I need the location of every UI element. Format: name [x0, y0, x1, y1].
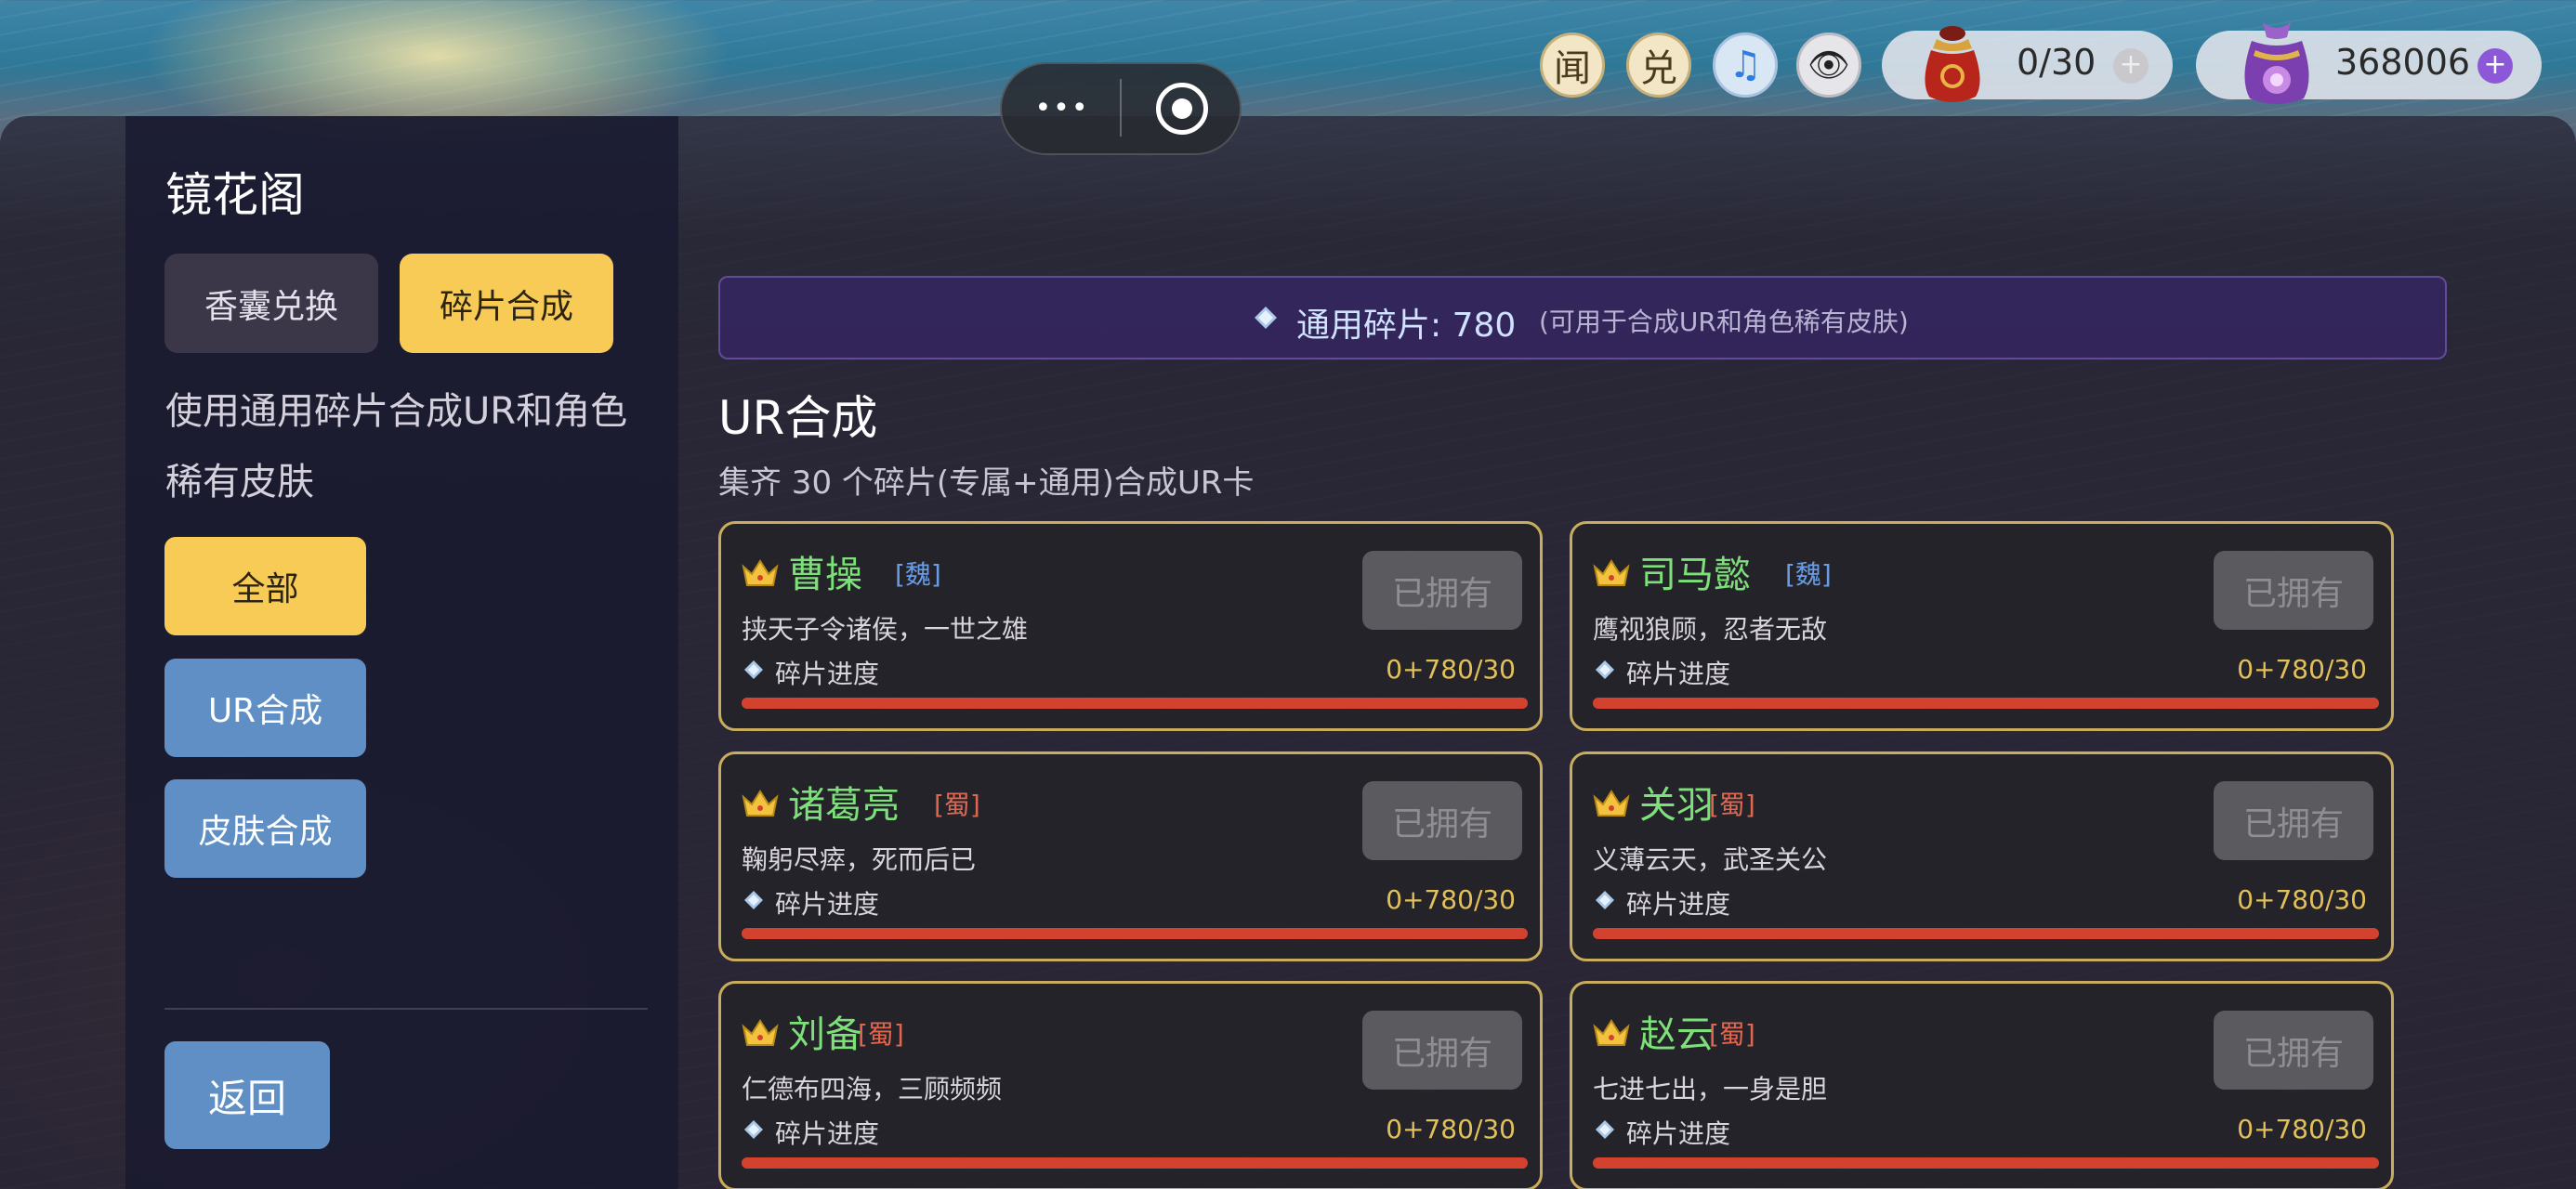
fragment-gem-icon	[1255, 307, 1277, 329]
sachet-bag-icon	[1925, 26, 1980, 102]
card-progress-label: 碎片进度	[1626, 889, 1731, 920]
back-button[interactable]: 返回	[164, 1041, 330, 1149]
owned-button[interactable]: 已拥有	[1362, 781, 1522, 860]
wen-button[interactable]: 闻	[1540, 33, 1605, 98]
ur-card: 刘备 [蜀] 仁德布四海，三顾频频碎片进度 0+780/30 已拥有	[718, 981, 1543, 1189]
card-faction: [蜀]	[1709, 790, 1755, 820]
card-name: 诸葛亮	[788, 784, 900, 827]
card-faction: [魏]	[1785, 559, 1832, 590]
filter-all-button[interactable]: 全部	[164, 537, 366, 635]
capsule-separator	[1120, 79, 1122, 137]
fragment-gem-icon	[744, 660, 763, 679]
sidebar-divider	[164, 1008, 648, 1010]
card-progress-bar	[742, 928, 1528, 939]
common-fragment-note: (可用于合成UR和角色稀有皮肤)	[1539, 307, 1909, 337]
card-progress-bar	[1593, 698, 2379, 709]
card-progress-value: 0+780/30	[2237, 654, 2367, 685]
ur-card: 关羽 [蜀] 义薄云天，武圣关公碎片进度 0+780/30 已拥有	[1570, 751, 2394, 961]
card-name: 司马懿	[1639, 554, 1751, 596]
card-progress-fill	[742, 698, 1528, 709]
card-progress-value: 0+780/30	[2237, 884, 2367, 915]
owned-button[interactable]: 已拥有	[1362, 551, 1522, 630]
card-progress-bar	[1593, 1157, 2379, 1169]
card-faction: [蜀]	[934, 790, 980, 820]
card-progress-bar	[742, 698, 1528, 709]
card-progress-value: 0+780/30	[1386, 654, 1516, 685]
section-title: UR合成	[718, 391, 878, 445]
fragment-gem-icon	[1596, 1120, 1614, 1139]
card-progress-fill	[742, 928, 1528, 939]
filter-skin-button[interactable]: 皮肤合成	[164, 779, 366, 878]
card-progress-bar	[742, 1157, 1528, 1169]
eye-icon[interactable]: 👁	[1796, 33, 1861, 98]
sidebar-title: 镜花阁	[165, 168, 305, 222]
card-progress-value: 0+780/30	[2237, 1114, 2367, 1144]
owned-button[interactable]: 已拥有	[2214, 551, 2373, 630]
card-motto: 鹰视狼顾，忍者无敌	[1593, 614, 1828, 645]
fragment-gem-icon	[744, 891, 763, 909]
ur-card: 诸葛亮 [蜀] 鞠躬尽瘁，死而后已碎片进度 0+780/30 已拥有	[718, 751, 1543, 961]
section-subtitle: 集齐 30 个碎片(专属+通用)合成UR卡	[718, 464, 1255, 502]
card-progress-label: 碎片进度	[1626, 659, 1731, 689]
dui-button[interactable]: 兑	[1626, 33, 1691, 98]
crown-icon	[742, 790, 779, 817]
ur-card: 赵云 [蜀] 七进七出，一身是胆碎片进度 0+780/30 已拥有	[1570, 981, 2394, 1189]
music-icon[interactable]: ♫	[1713, 33, 1778, 98]
filter-ur-button[interactable]: UR合成	[164, 659, 366, 757]
crown-icon	[1593, 790, 1630, 817]
card-motto: 挟天子令诸侯，一世之雄	[742, 614, 1029, 645]
tab-fragment-synthesis[interactable]: 碎片合成	[400, 254, 613, 353]
card-name: 赵云	[1639, 1013, 1714, 1056]
card-motto: 义薄云天，武圣关公	[1593, 844, 1828, 875]
currency-pouch-icon	[2244, 22, 2309, 104]
card-progress-label: 碎片进度	[775, 1118, 880, 1149]
card-progress-fill	[1593, 1157, 2379, 1169]
card-faction: [魏]	[895, 559, 941, 590]
owned-button[interactable]: 已拥有	[2214, 781, 2373, 860]
currency-add-icon[interactable]: +	[2477, 48, 2513, 84]
sachet-count: 0/30	[2017, 42, 2096, 83]
card-name: 刘备	[788, 1013, 862, 1056]
fragment-gem-icon	[1596, 660, 1614, 679]
currency-count: 368006	[2335, 42, 2471, 83]
card-motto: 仁德布四海，三顾频频	[742, 1074, 1003, 1104]
card-name: 关羽	[1639, 784, 1714, 827]
crown-icon	[742, 1019, 779, 1046]
card-progress-fill	[1593, 928, 2379, 939]
ur-card: 曹操 [魏] 挟天子令诸侯，一世之雄碎片进度 0+780/30 已拥有	[718, 521, 1543, 731]
card-progress-label: 碎片进度	[1626, 1118, 1731, 1149]
common-fragment-count: 通用碎片: 780	[1296, 307, 1517, 345]
more-icon[interactable]: •••	[1032, 93, 1093, 124]
close-circle-icon[interactable]	[1156, 83, 1208, 135]
crown-icon	[1593, 1019, 1630, 1046]
card-progress-value: 0+780/30	[1386, 884, 1516, 915]
sidebar-description: 使用通用碎片合成UR和角色稀有皮肤	[165, 390, 628, 503]
card-motto: 七进七出，一身是胆	[1593, 1074, 1828, 1104]
card-progress-fill	[1593, 698, 2379, 709]
card-progress-bar	[1593, 928, 2379, 939]
crown-icon	[1593, 559, 1630, 586]
fragment-gem-icon	[744, 1120, 763, 1139]
card-progress-fill	[742, 1157, 1528, 1169]
card-motto: 鞠躬尽瘁，死而后已	[742, 844, 977, 875]
crown-icon	[742, 559, 779, 586]
card-name: 曹操	[788, 554, 862, 596]
owned-button[interactable]: 已拥有	[1362, 1011, 1522, 1090]
card-progress-label: 碎片进度	[775, 889, 880, 920]
card-progress-label: 碎片进度	[775, 659, 880, 689]
tab-xiangnang-exchange[interactable]: 香囊兑换	[164, 254, 378, 353]
owned-button[interactable]: 已拥有	[2214, 1011, 2373, 1090]
sachet-add-icon[interactable]: +	[2113, 48, 2149, 84]
ur-card: 司马懿 [魏] 鹰视狼顾，忍者无敌碎片进度 0+780/30 已拥有	[1570, 521, 2394, 731]
card-progress-value: 0+780/30	[1386, 1114, 1516, 1144]
card-faction: [蜀]	[1709, 1019, 1755, 1050]
card-faction: [蜀]	[858, 1019, 904, 1050]
fragment-gem-icon	[1596, 891, 1614, 909]
